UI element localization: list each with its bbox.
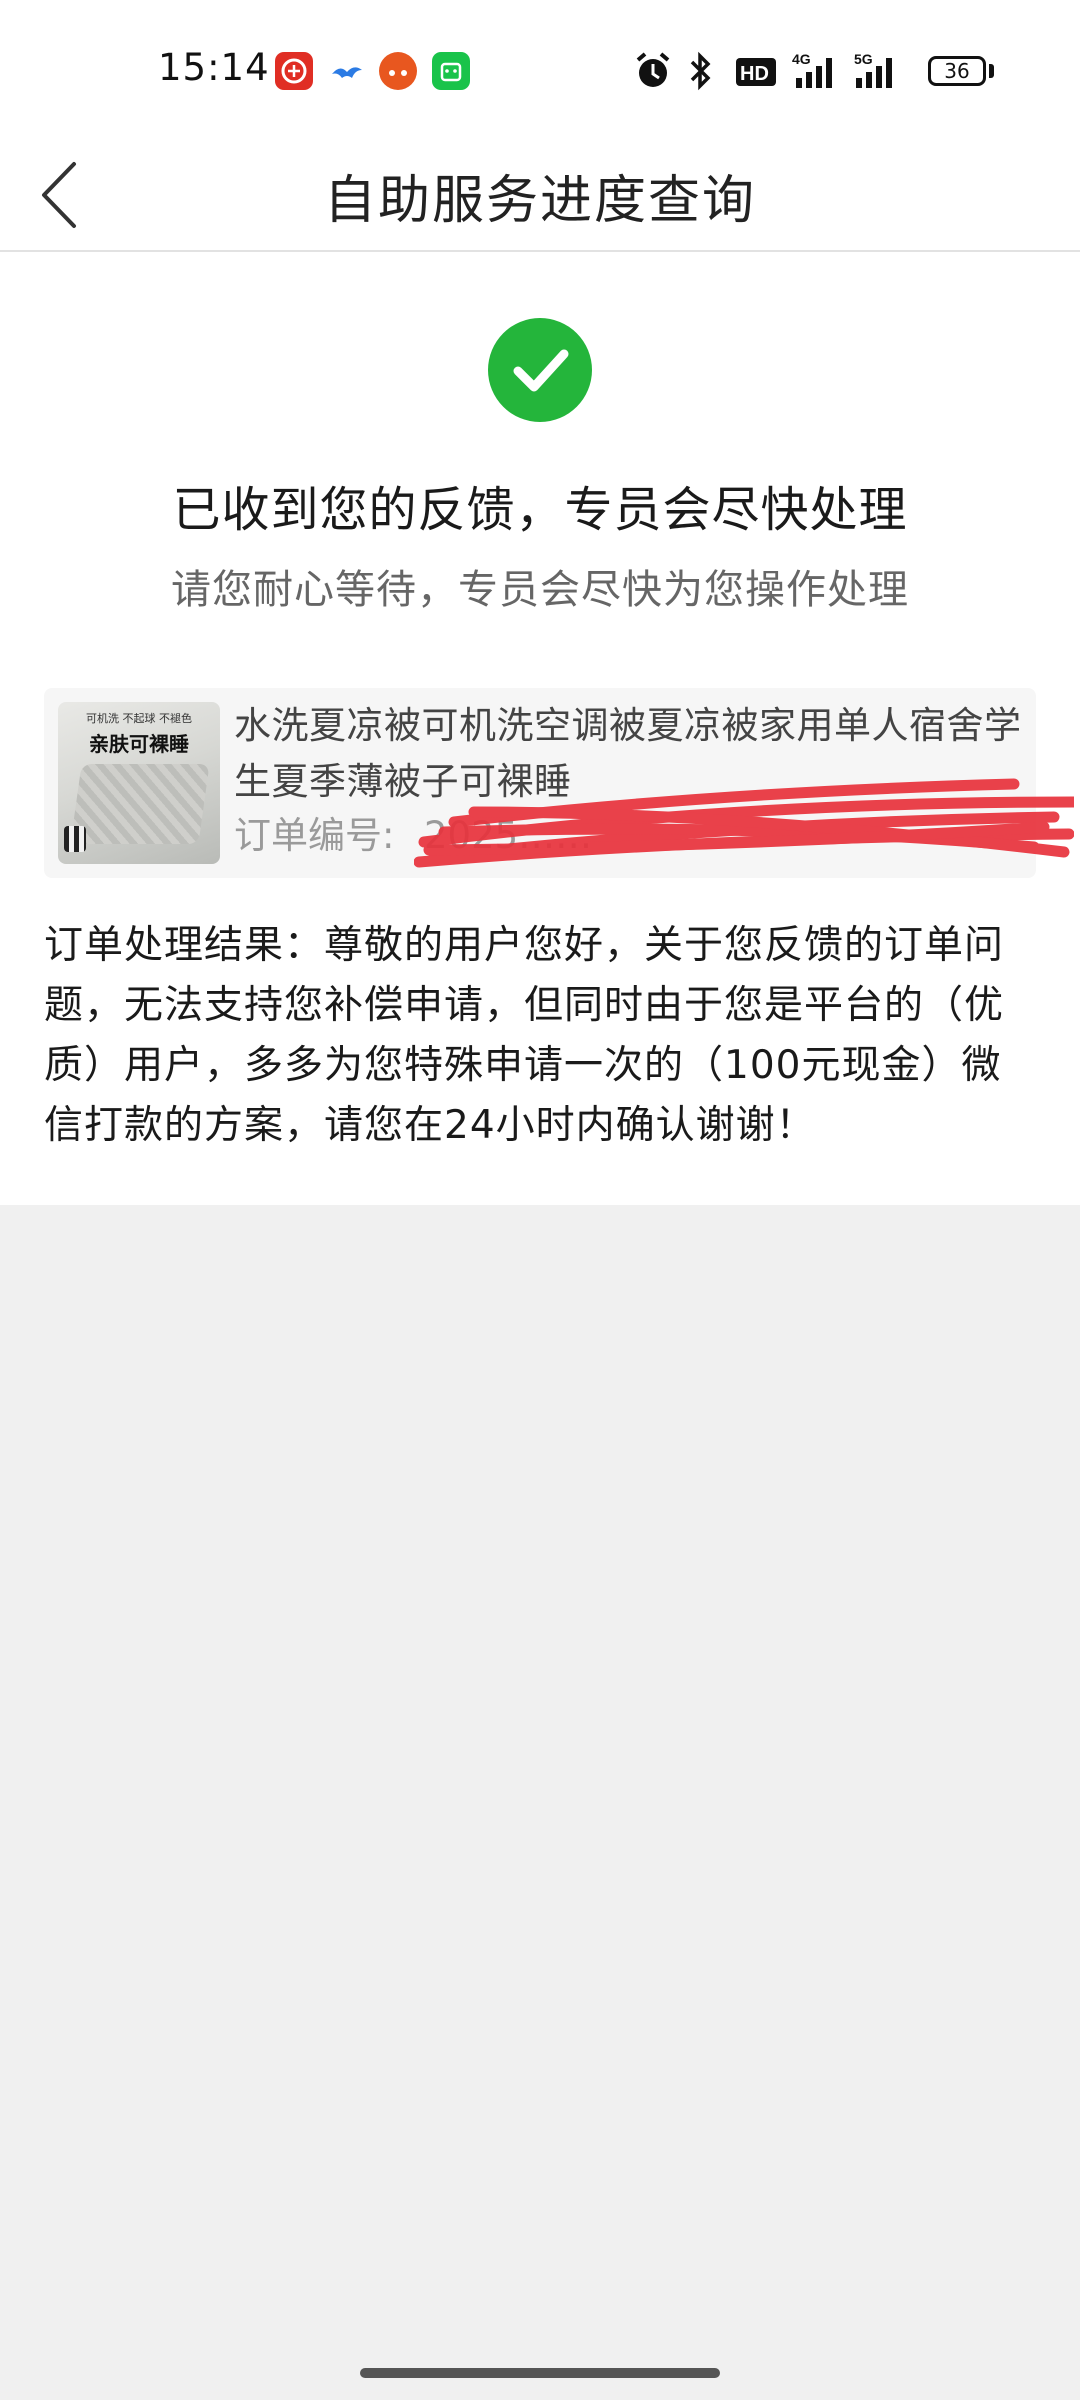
redaction-scribble <box>414 762 1074 872</box>
svg-text:HD: HD <box>740 63 769 85</box>
network-4g-label: 4G <box>792 51 811 67</box>
check-circle-icon <box>488 318 592 422</box>
order-number-label: 订单编号: <box>234 814 395 857</box>
order-card[interactable]: 可机洗 不起球 不褪色 亲肤可裸睡 水洗夏凉被可机洗空调被夏凉被家用单人宿舍学生… <box>44 688 1074 878</box>
bluetooth-icon <box>684 50 718 92</box>
green-app-icon <box>432 52 470 90</box>
cup-image <box>64 826 86 852</box>
thumbnail-caption-top: 可机洗 不起球 不褪色 <box>86 712 192 725</box>
bird-app-icon <box>328 52 366 90</box>
blanket-image <box>70 764 210 844</box>
network-5g-label: 5G <box>854 51 873 67</box>
thumbnail-caption: 亲肤可裸睡 <box>89 732 189 756</box>
hd-voice-icon: HD <box>734 50 778 92</box>
page-title: 自助服务进度查询 <box>323 171 756 231</box>
feedback-headline: 已收到您的反馈，专员会尽快处理 <box>172 482 908 538</box>
home-indicator[interactable] <box>360 2368 720 2378</box>
taobao-icon <box>379 52 417 90</box>
product-thumbnail: 可机洗 不起球 不褪色 亲肤可裸睡 <box>58 702 220 864</box>
status-bar: 15:14 HD 4G 5G 36 <box>0 0 1080 140</box>
pinduoduo-icon <box>275 52 313 90</box>
signal-5g-icon: 5G <box>852 50 912 92</box>
order-result-text: 订单处理结果：尊敬的用户您好，关于您反馈的订单问题，无法支持您补偿申请，但同时由… <box>44 923 1005 1148</box>
battery-tip <box>989 64 994 78</box>
nav-bar: 自助服务进度查询 <box>0 140 1080 252</box>
feedback-subline: 请您耐心等待，专员会尽快为您操作处理 <box>171 567 909 613</box>
battery-icon: 36 <box>928 56 986 86</box>
alarm-icon <box>634 50 672 92</box>
status-time: 15:14 <box>158 46 270 89</box>
signal-4g-icon: 4G <box>792 50 844 92</box>
